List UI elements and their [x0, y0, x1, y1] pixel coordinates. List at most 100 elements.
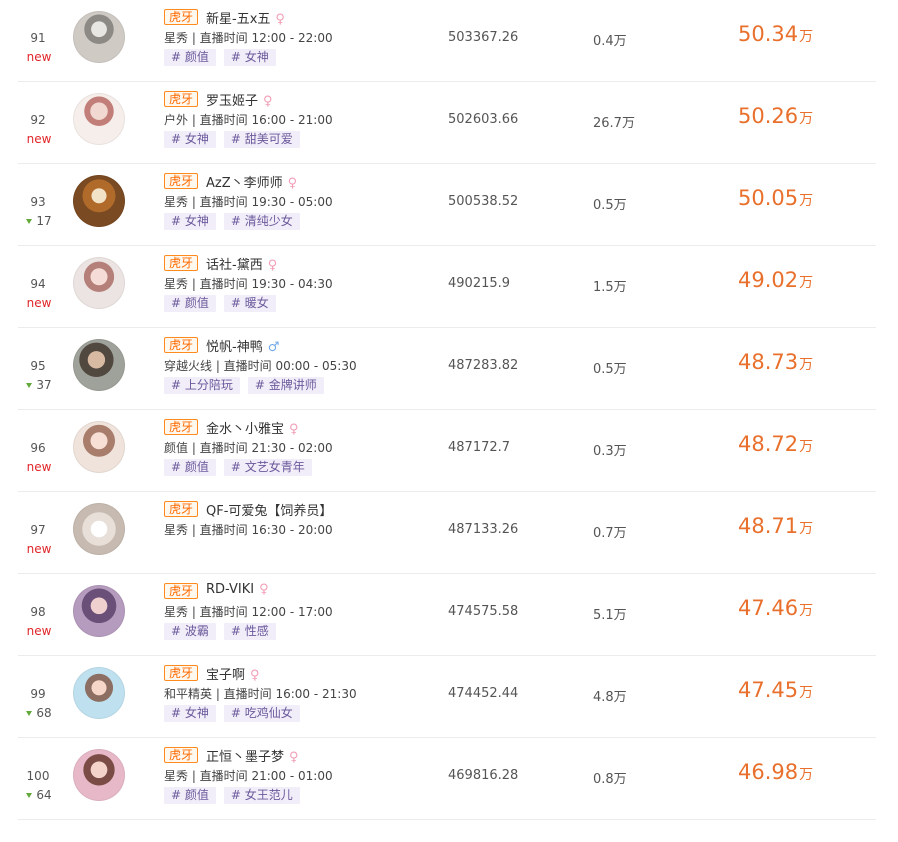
anchor-name[interactable]: 悦帆-神鸭 ♂ [206, 336, 279, 355]
anchor-name-text[interactable]: 金水丶小雅宝 [206, 422, 284, 437]
ranking-row[interactable]: 99 68 虎牙 宝子啊 ♀ 和平精英 | 直播时间 16:00 - 21:30 … [0, 656, 898, 738]
tag-list: # 颜值 # 文艺女青年 [164, 456, 320, 476]
heat-value: 50.26万 [738, 104, 813, 128]
avatar[interactable] [73, 339, 125, 391]
anchor-name-text[interactable]: 罗玉姬子 [206, 94, 258, 109]
ranking-row[interactable]: 100 64 虎牙 正恒丶墨子梦 ♀ 星秀 | 直播时间 21:00 - 01:0… [0, 738, 898, 820]
ranking-row[interactable]: 95 37 虎牙 悦帆-神鸭 ♂ 穿越火线 | 直播时间 00:00 - 05:3… [0, 328, 898, 410]
category-tag[interactable]: # 波霸 [164, 623, 216, 640]
heat-unit: 万 [799, 275, 814, 291]
score-value: 487133.26 [448, 522, 519, 537]
rank-change: new [18, 50, 60, 64]
fans-count: 5.1万 [593, 608, 627, 623]
heat-number: 47.46 [738, 596, 799, 620]
category-tag[interactable]: # 颜值 [164, 787, 216, 804]
rank-new-label: new [26, 132, 52, 146]
avatar[interactable] [73, 585, 125, 637]
anchor-name-text[interactable]: QF-可爱兔【饲养员】 [206, 504, 332, 519]
female-icon: ♀ [289, 750, 299, 765]
category-schedule: 星秀 | 直播时间 19:30 - 05:00 [164, 195, 333, 209]
category-tag[interactable]: # 女神 [164, 705, 216, 722]
category-tag[interactable]: # 女王范儿 [223, 787, 300, 804]
heat-value: 47.46万 [738, 596, 813, 620]
category-tag[interactable]: # 性感 [223, 623, 276, 640]
category-schedule: 穿越火线 | 直播时间 00:00 - 05:30 [164, 359, 357, 373]
rank-number: 92 [30, 113, 46, 127]
category-tag[interactable]: # 女神 [164, 131, 216, 148]
avatar[interactable] [73, 667, 125, 719]
female-icon: ♀ [259, 582, 269, 597]
tag-list: # 波霸 # 性感 [164, 620, 284, 640]
tag-list: # 上分陪玩 # 金牌讲师 [164, 374, 332, 394]
anchor-name-text[interactable]: 话社-黛西 [206, 258, 263, 273]
category-tag[interactable]: # 吃鸡仙女 [223, 705, 300, 722]
anchor-name-text[interactable]: 新星-五x五 [206, 12, 270, 27]
rank-change: new [18, 296, 60, 310]
avatar[interactable] [73, 257, 125, 309]
category-schedule: 星秀 | 直播时间 21:00 - 01:00 [164, 769, 333, 783]
category-tag[interactable]: # 颜值 [164, 49, 216, 66]
avatar[interactable] [73, 93, 125, 145]
anchor-name-text[interactable]: 正恒丶墨子梦 [206, 750, 284, 765]
rank-new-label: new [26, 624, 52, 638]
platform-badge: 虎牙 [164, 255, 199, 271]
fans-count: 0.5万 [593, 362, 627, 377]
category-schedule: 星秀 | 直播时间 16:30 - 20:00 [164, 523, 333, 537]
category-tag[interactable]: # 女神 [223, 49, 276, 66]
score-value: 474452.44 [448, 686, 519, 701]
rank-number: 96 [30, 441, 46, 455]
anchor-name[interactable]: 宝子啊 ♀ [206, 664, 260, 683]
rank-number: 91 [30, 31, 46, 45]
avatar[interactable] [73, 175, 125, 227]
category-tag[interactable]: # 清纯少女 [223, 213, 300, 230]
avatar[interactable] [73, 749, 125, 801]
tag-list: # 颜值 # 暖女 [164, 292, 284, 312]
avatar[interactable] [73, 503, 125, 555]
anchor-name[interactable]: 罗玉姬子 ♀ [206, 90, 273, 109]
score-value: 500538.52 [448, 194, 519, 209]
rank-new-label: new [26, 50, 52, 64]
avatar[interactable] [73, 421, 125, 473]
rank-down-arrow-icon [26, 383, 33, 388]
anchor-name[interactable]: 正恒丶墨子梦 ♀ [206, 746, 299, 765]
anchor-name-text[interactable]: RD-VIKI [206, 582, 254, 597]
anchor-name[interactable]: 新星-五x五 ♀ [206, 8, 285, 27]
heat-number: 48.71 [738, 514, 799, 538]
heat-value: 48.72万 [738, 432, 813, 456]
ranking-row[interactable]: 98 new 虎牙 RD-VIKI ♀ 星秀 | 直播时间 12:00 - 17:… [0, 574, 898, 656]
category-schedule: 颜值 | 直播时间 21:30 - 02:00 [164, 441, 333, 455]
score-value: 474575.58 [448, 604, 519, 619]
anchor-name-text[interactable]: 悦帆-神鸭 [206, 340, 263, 355]
ranking-row[interactable]: 94 new 虎牙 话社-黛西 ♀ 星秀 | 直播时间 19:30 - 04:30… [0, 246, 898, 328]
ranking-row[interactable]: 92 new 虎牙 罗玉姬子 ♀ 户外 | 直播时间 16:00 - 21:00 … [0, 82, 898, 164]
anchor-name[interactable]: AzZ丶李师师 ♀ [206, 172, 297, 191]
category-tag[interactable]: # 上分陪玩 [164, 377, 240, 394]
ranking-row[interactable]: 91 new 虎牙 新星-五x五 ♀ 星秀 | 直播时间 12:00 - 22:0… [0, 0, 898, 82]
avatar[interactable] [73, 11, 125, 63]
fans-count: 1.5万 [593, 280, 627, 295]
category-schedule: 户外 | 直播时间 16:00 - 21:00 [164, 113, 333, 127]
anchor-name-text[interactable]: 宝子啊 [206, 668, 245, 683]
rank-down-arrow-icon [26, 793, 33, 798]
anchor-name-text[interactable]: AzZ丶李师师 [206, 176, 283, 191]
female-icon: ♀ [289, 422, 299, 437]
female-icon: ♀ [250, 668, 260, 683]
anchor-name[interactable]: 话社-黛西 ♀ [206, 254, 277, 273]
ranking-row[interactable]: 93 17 虎牙 AzZ丶李师师 ♀ 星秀 | 直播时间 19:30 - 05:0… [0, 164, 898, 246]
category-tag[interactable]: # 女神 [164, 213, 216, 230]
category-tag[interactable]: # 金牌讲师 [247, 377, 324, 394]
ranking-row[interactable]: 97 new 虎牙 QF-可爱兔【饲养员】 星秀 | 直播时间 16:30 - … [0, 492, 898, 574]
category-tag[interactable]: # 甜美可爱 [223, 131, 300, 148]
rank-down-arrow-icon [26, 711, 33, 716]
heat-number: 50.26 [738, 104, 799, 128]
category-tag[interactable]: # 颜值 [164, 459, 216, 476]
category-tag[interactable]: # 颜值 [164, 295, 216, 312]
category-tag[interactable]: # 暖女 [223, 295, 276, 312]
anchor-name[interactable]: RD-VIKI ♀ [206, 582, 269, 597]
ranking-row[interactable]: 96 new 虎牙 金水丶小雅宝 ♀ 颜值 | 直播时间 21:30 - 02:0… [0, 410, 898, 492]
anchor-name[interactable]: 金水丶小雅宝 ♀ [206, 418, 299, 437]
category-tag[interactable]: # 文艺女青年 [223, 459, 312, 476]
anchor-name[interactable]: QF-可爱兔【饲养员】 [206, 500, 332, 519]
platform-badge: 虎牙 [164, 9, 199, 25]
female-icon: ♀ [263, 94, 273, 109]
